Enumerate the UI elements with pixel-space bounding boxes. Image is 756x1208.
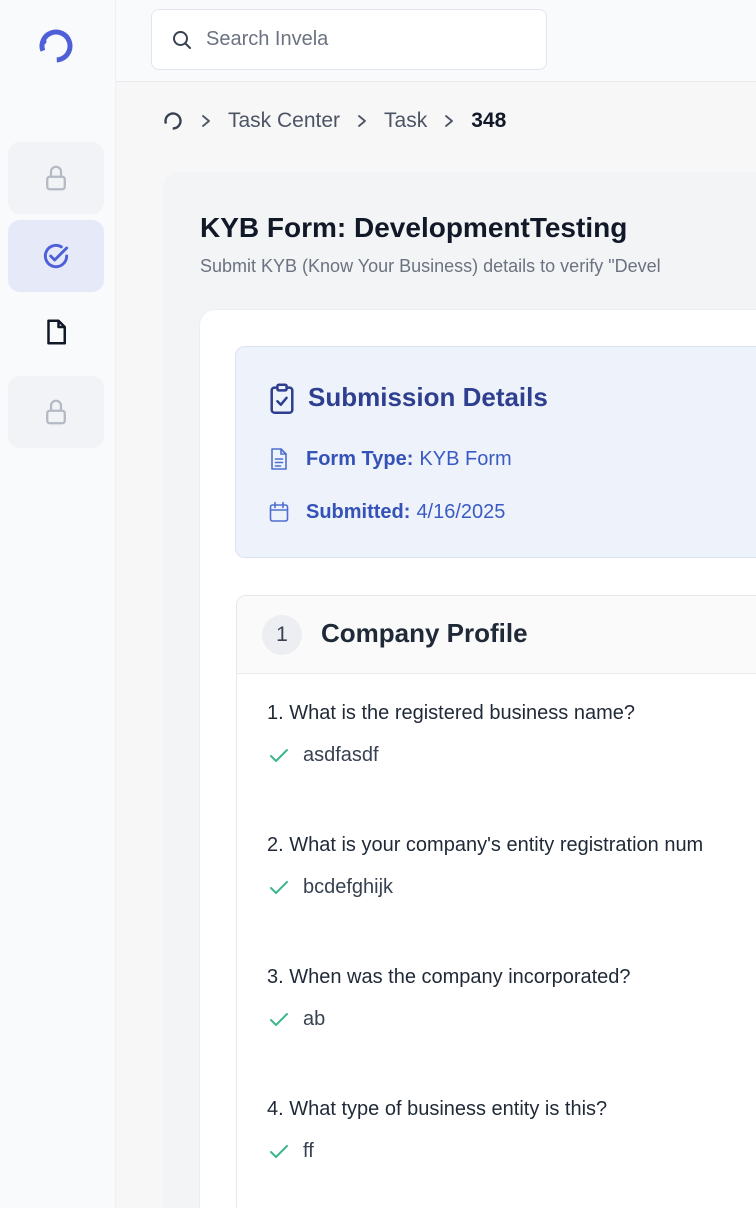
form-type-value: KYB Form <box>419 447 512 470</box>
sidebar <box>0 0 116 1208</box>
breadcrumb-current: 348 <box>471 109 507 132</box>
submitted-row: Submitted: 4/16/2025 <box>268 500 505 524</box>
sidebar-item-documents[interactable] <box>8 296 104 368</box>
calendar-icon <box>269 501 289 522</box>
sidebar-item-locked-1[interactable] <box>8 142 104 214</box>
file-icon <box>47 319 66 345</box>
search-input[interactable]: Search Invela <box>151 9 547 70</box>
lock-icon <box>46 399 66 425</box>
question-1: 1. What is the registered business name? <box>267 702 635 724</box>
form-type-label: Form Type: <box>306 447 414 470</box>
home-logo-icon[interactable] <box>162 110 184 132</box>
answer-2: bcdefghijk <box>269 876 393 899</box>
form-type-row: Form Type: KYB Form <box>268 447 512 471</box>
sidebar-item-locked-2[interactable] <box>8 376 104 448</box>
submission-details-title: Submission Details <box>308 382 548 412</box>
section-number-badge: 1 <box>262 615 302 655</box>
check-circle-icon <box>43 243 69 269</box>
question-4: 4. What type of business entity is this? <box>267 1098 608 1120</box>
chevron-right-icon <box>356 114 368 128</box>
checkmark-icon <box>270 1012 288 1026</box>
breadcrumb-task[interactable]: Task <box>384 109 427 133</box>
clipboard-check-icon <box>270 383 294 414</box>
top-bar: Search Invela <box>116 0 756 82</box>
submitted-value: 4/16/2025 <box>416 500 506 523</box>
checkmark-icon <box>270 880 288 894</box>
search-placeholder: Search Invela <box>206 28 329 50</box>
question-3: 3. When was the company incorporated? <box>267 966 631 988</box>
lock-icon <box>46 165 66 191</box>
sidebar-item-tasks[interactable] <box>8 220 104 292</box>
checkmark-icon <box>270 748 288 762</box>
answer-1: asdfasdf <box>269 744 379 767</box>
section-title: Company Profile <box>321 618 528 648</box>
breadcrumb-task-center[interactable]: Task Center <box>228 109 340 133</box>
section-header[interactable]: 1 Company Profile <box>237 596 756 674</box>
question-2: 2. What is your company's entity registr… <box>267 834 704 856</box>
breadcrumb: Task Center Task 348 <box>162 105 506 137</box>
document-icon <box>271 448 287 470</box>
answer-4: ff <box>269 1140 314 1163</box>
page-subtitle: Submit KYB (Know Your Business) details … <box>200 256 661 276</box>
invela-logo[interactable] <box>36 26 76 66</box>
submitted-label: Submitted: <box>306 500 411 523</box>
search-icon <box>173 30 191 49</box>
page-title: KYB Form: DevelopmentTesting <box>200 212 628 243</box>
chevron-right-icon <box>200 114 212 128</box>
company-profile-section: 1 Company Profile 1. What is the registe… <box>236 595 756 1208</box>
checkmark-icon <box>270 1144 288 1158</box>
answer-3: ab <box>269 1008 325 1031</box>
chevron-right-icon <box>443 114 455 128</box>
